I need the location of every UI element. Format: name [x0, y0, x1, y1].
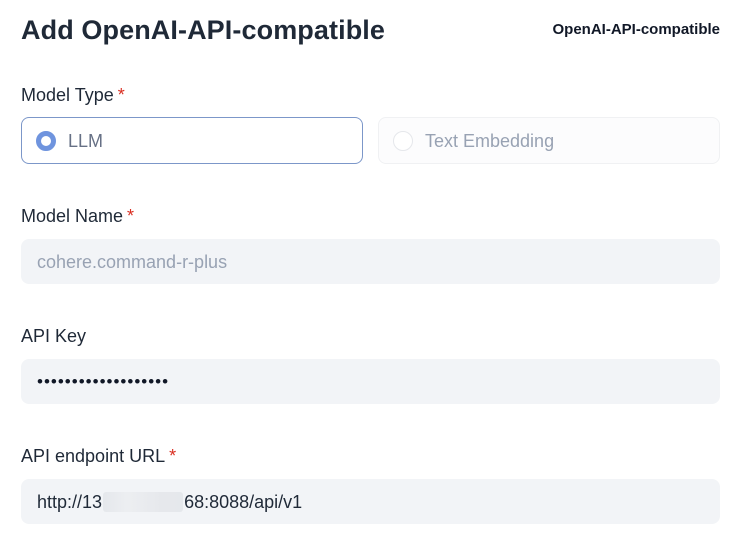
model-type-label-text: Model Type [21, 85, 114, 105]
radio-unselected-icon [393, 130, 413, 151]
endpoint-url-label: API endpoint URL * [21, 444, 176, 468]
endpoint-url-value-suffix: 68:8088/api/v1 [184, 491, 303, 512]
modal-title: Add OpenAI-API-compatible [21, 15, 386, 45]
api-key-masked-value: ••••••••••••••••••• [37, 371, 170, 391]
model-type-option-label: LLM [68, 130, 104, 151]
provider-name: OpenAI-API-compatible [552, 21, 720, 38]
model-type-option-text-embedding[interactable]: Text Embedding [378, 117, 720, 164]
api-key-input[interactable]: ••••••••••••••••••• [21, 359, 720, 404]
radio-selected-icon [36, 130, 56, 151]
endpoint-url-value-prefix: http://13 [37, 491, 103, 512]
model-name-input[interactable]: cohere.command-r-plus [21, 239, 720, 284]
model-name-label: Model Name * [21, 204, 134, 228]
api-key-label-text: API Key [21, 326, 87, 346]
api-key-label: API Key [21, 324, 86, 348]
model-type-option-llm[interactable]: LLM [21, 117, 363, 164]
required-mark: * [169, 446, 177, 466]
modal-header: Add OpenAI-API-compatible OpenAI-API-com… [21, 12, 720, 48]
model-type-option-label: Text Embedding [425, 130, 555, 151]
required-mark: * [127, 206, 135, 226]
redacted-blur [103, 491, 184, 512]
endpoint-url-label-text: API endpoint URL [21, 446, 166, 466]
model-type-label: Model Type * [21, 83, 125, 107]
endpoint-url-input[interactable]: http://13 68:8088/api/v1 [21, 479, 720, 524]
model-name-label-text: Model Name [21, 206, 124, 226]
required-mark: * [117, 85, 125, 105]
model-name-placeholder: cohere.command-r-plus [37, 251, 228, 272]
